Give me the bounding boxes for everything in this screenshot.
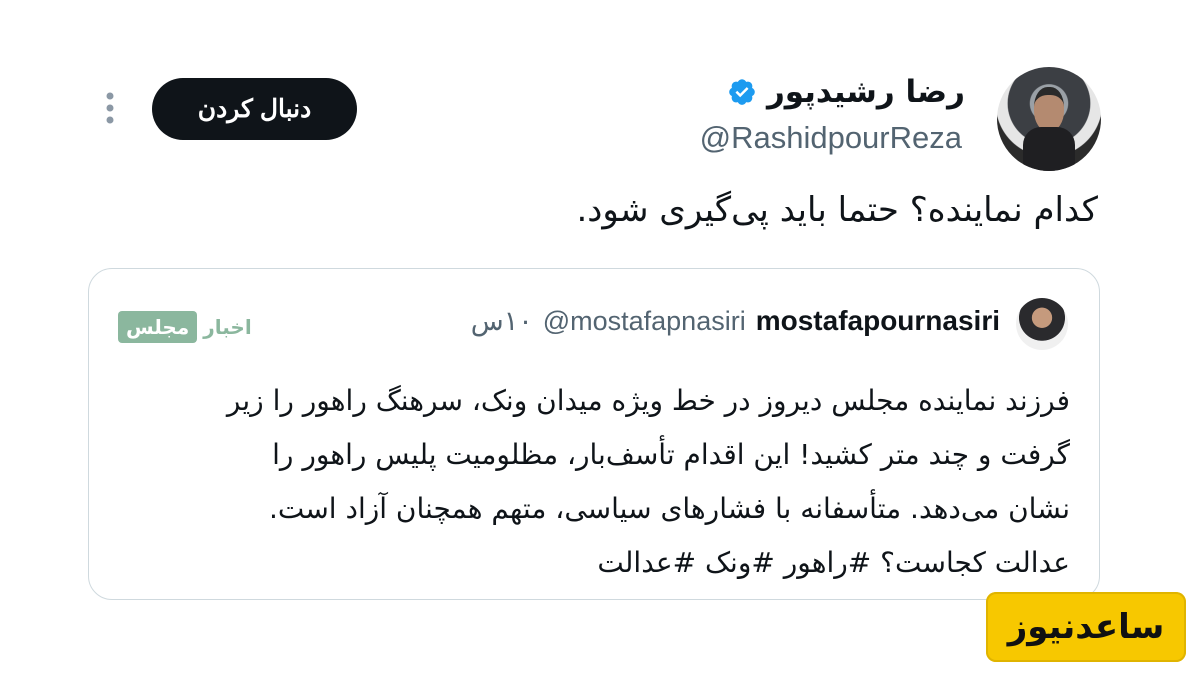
quoted-tweet-line: فرزند نماینده مجلس دیروز در خط ویژه میدا… xyxy=(226,384,1070,417)
verified-badge-icon xyxy=(729,79,755,105)
avatar-body xyxy=(1023,127,1075,171)
more-options-icon[interactable] xyxy=(104,90,116,126)
akhbar-majlis-watermark: مجلس اخبار xyxy=(118,308,258,346)
avatar-face xyxy=(1034,87,1064,131)
author-handle[interactable]: @RashidpourReza xyxy=(700,120,962,156)
author-name-row[interactable]: رضا رشیدپور xyxy=(727,74,965,110)
quoted-author-avatar[interactable] xyxy=(1016,298,1068,350)
quoted-tweet-time: ۱۰س xyxy=(470,306,533,337)
saednews-logo: ساعدنیوز xyxy=(986,592,1186,662)
quoted-tweet-line: نشان می‌دهد. متأسفانه با فشارهای سیاسی، … xyxy=(268,492,1070,525)
quoted-tweet-line: گرفت و چند متر کشید! این اقدام تأسف‌بار،… xyxy=(272,438,1070,471)
follow-button[interactable]: دنبال کردن xyxy=(152,78,357,140)
author-avatar[interactable] xyxy=(997,67,1101,171)
quoted-tweet-body: فرزند نماینده مجلس دیروز در خط ویژه میدا… xyxy=(120,374,1070,590)
author-display-name: رضا رشیدپور xyxy=(766,74,965,110)
quoted-tweet-header: ۱۰س @mostafapnasiri mostafapournasiri xyxy=(471,305,1000,337)
watermark-akhbar-text: اخبار xyxy=(203,315,252,339)
quoted-author-handle: @mostafapnasiri xyxy=(542,306,746,336)
quoted-tweet-line: عدالت کجاست؟ #راهور #ونک #عدالت xyxy=(597,546,1070,579)
tweet-text: کدام نماینده؟ حتما باید پی‌گیری شود. xyxy=(576,190,1098,230)
quoted-author-name: mostafapournasiri xyxy=(755,305,1000,336)
tweet-screenshot: رضا رشیدپور @RashidpourReza دنبال کردن ک… xyxy=(0,0,1200,675)
watermark-majlis-text: مجلس xyxy=(118,311,198,343)
